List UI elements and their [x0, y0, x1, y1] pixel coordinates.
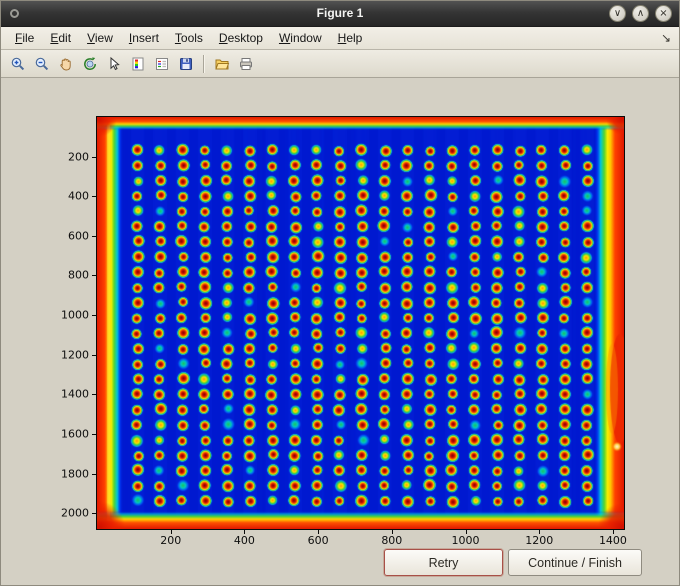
menu-desktop[interactable]: Desktop — [211, 28, 271, 48]
window-title: Figure 1 — [316, 6, 364, 20]
minimize-button[interactable]: ∨ — [609, 5, 626, 22]
data-cursor-button[interactable] — [102, 52, 126, 75]
y-tick-label: 1400 — [61, 387, 89, 401]
y-tick-mark — [92, 354, 97, 356]
pan-hand-icon — [60, 58, 71, 70]
image-plot[interactable] — [97, 117, 624, 529]
y-tick-mark — [92, 473, 97, 475]
toolbar — [1, 50, 679, 78]
window-controls: ∨ ∧ × — [609, 5, 672, 22]
x-tick-label: 1200 — [525, 534, 554, 547]
x-tick-label: 600 — [307, 534, 329, 547]
x-tick-label: 1000 — [451, 534, 480, 547]
save-button[interactable] — [174, 52, 198, 75]
close-button[interactable]: × — [655, 5, 672, 22]
menu-help[interactable]: Help — [330, 28, 371, 48]
y-tick-mark — [92, 433, 97, 435]
dock-figure-icon[interactable]: ↘ — [661, 31, 671, 45]
print-button[interactable] — [234, 52, 258, 75]
zoom-out-icon — [35, 57, 49, 70]
y-tick-mark — [92, 394, 97, 396]
y-tick-label: 400 — [68, 189, 89, 203]
toolbar-separator — [203, 54, 205, 73]
menu-window[interactable]: Window — [271, 28, 330, 48]
y-tick-label: 600 — [68, 229, 89, 243]
y-tick-label: 1200 — [61, 348, 89, 362]
y-tick-label: 200 — [68, 150, 89, 164]
y-tick-label: 1600 — [61, 427, 89, 441]
zoom-in-button[interactable] — [6, 52, 30, 75]
open-folder-icon — [215, 59, 230, 69]
print-icon — [240, 57, 252, 70]
titlebar[interactable]: Figure 1 ∨ ∧ × — [1, 1, 679, 27]
continue-finish-button[interactable]: Continue / Finish — [508, 549, 642, 576]
y-tick-mark — [92, 196, 97, 198]
rotate-3d-icon — [84, 56, 96, 70]
menu-edit[interactable]: Edit — [42, 28, 79, 48]
axes: 200 400 600 800 1000 1200 1400 1600 1800 2000 200 4… — [61, 116, 627, 547]
y-tick-mark — [92, 315, 97, 317]
zoom-in-icon — [11, 57, 25, 70]
x-tick-mark — [318, 529, 320, 534]
open-button[interactable] — [210, 52, 234, 75]
legend-icon — [156, 57, 168, 70]
maximize-button[interactable]: ∧ — [632, 5, 649, 22]
colorbar-icon — [132, 57, 144, 70]
y-tick-mark — [92, 275, 97, 277]
x-tick-label: 200 — [160, 534, 182, 547]
x-tick-mark — [391, 529, 393, 534]
menubar: File Edit View Insert Tools Desktop Wind… — [1, 27, 679, 50]
x-tick-label: 400 — [233, 534, 255, 547]
figure-window: Figure 1 ∨ ∧ × File Edit View Insert Too… — [0, 0, 680, 586]
y-tick-label: 1000 — [61, 308, 89, 322]
x-tick-mark — [244, 529, 246, 534]
menu-file[interactable]: File — [7, 28, 42, 48]
x-tick-mark — [612, 529, 614, 534]
data-cursor-icon — [110, 56, 120, 70]
y-tick-label: 1800 — [61, 467, 89, 481]
rotate-3d-button[interactable] — [78, 52, 102, 75]
y-tick-label: 2000 — [61, 506, 89, 520]
menu-insert[interactable]: Insert — [121, 28, 167, 48]
x-tick-mark — [539, 529, 541, 534]
x-tick-mark — [465, 529, 467, 534]
y-tick-label: 800 — [68, 268, 89, 282]
y-tick-mark — [92, 513, 97, 515]
retry-button[interactable]: Retry — [384, 549, 503, 576]
zoom-out-button[interactable] — [30, 52, 54, 75]
colorbar-button[interactable] — [126, 52, 150, 75]
y-tick-mark — [92, 235, 97, 237]
menu-tools[interactable]: Tools — [167, 28, 211, 48]
y-tick-mark — [92, 156, 97, 158]
pan-button[interactable] — [54, 52, 78, 75]
insert-legend-button[interactable] — [150, 52, 174, 75]
menu-view[interactable]: View — [79, 28, 121, 48]
save-icon — [180, 57, 192, 70]
x-tick-label: 1400 — [598, 534, 627, 547]
x-tick-label: 800 — [381, 534, 403, 547]
x-tick-mark — [170, 529, 172, 534]
